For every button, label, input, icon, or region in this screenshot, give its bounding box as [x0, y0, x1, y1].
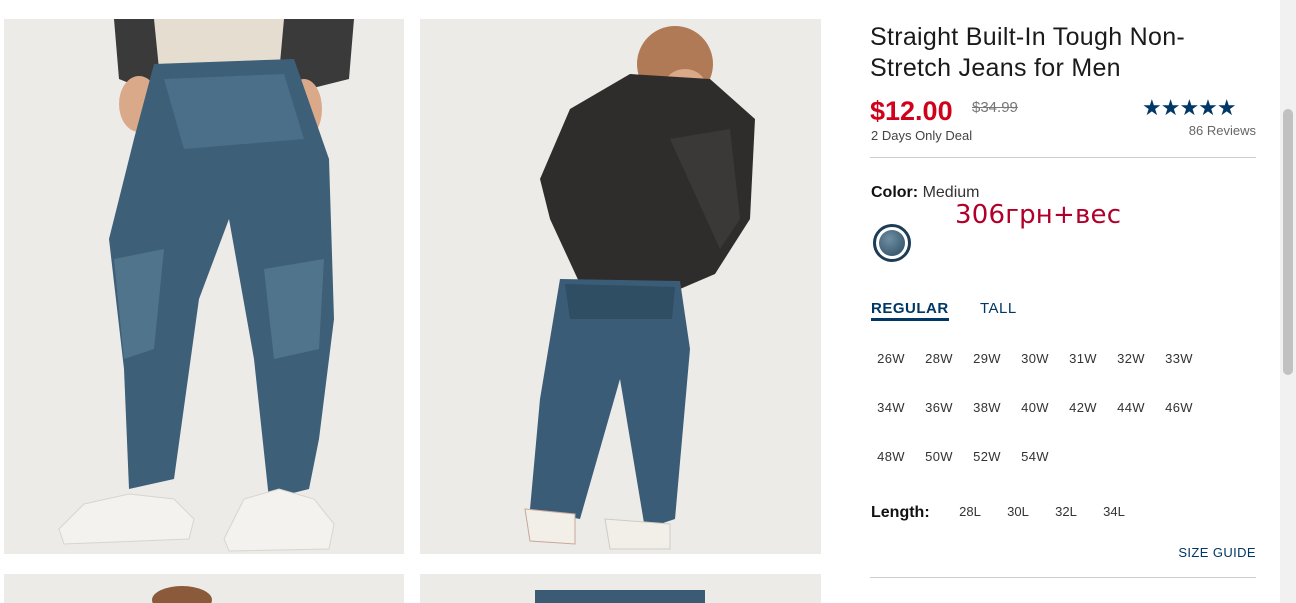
divider [870, 157, 1256, 158]
size-option[interactable]: 33W [1159, 351, 1199, 366]
size-option[interactable]: 52W [967, 449, 1007, 464]
length-option[interactable]: 34L [1098, 504, 1130, 519]
product-photo-back-icon [420, 19, 821, 554]
price-annotation: 306грн+вес [955, 200, 1122, 230]
size-option[interactable]: 29W [967, 351, 1007, 366]
size-option[interactable]: 48W [871, 449, 911, 464]
rating-stars-icon[interactable]: ★★★★★ [1142, 95, 1237, 121]
size-option[interactable]: 42W [1063, 400, 1103, 415]
tab-tall[interactable]: TALL [980, 300, 1017, 317]
size-option[interactable]: 34W [871, 400, 911, 415]
sale-price: $12.00 [870, 96, 953, 126]
size-option[interactable]: 31W [1063, 351, 1103, 366]
length-option[interactable]: 30L [1002, 504, 1034, 519]
reviews-link[interactable]: 86 Reviews [1189, 123, 1256, 138]
product-title: Straight Built-In Tough Non-Stretch Jean… [870, 23, 1186, 82]
length-option[interactable]: 32L [1050, 504, 1082, 519]
size-option[interactable]: 28W [919, 351, 959, 366]
size-option[interactable]: 54W [1015, 449, 1055, 464]
length-label: Length: [871, 504, 930, 521]
size-option[interactable]: 26W [871, 351, 911, 366]
product-photo-front-icon [4, 19, 404, 554]
product-photo-flat-icon [420, 574, 821, 603]
scrollbar-thumb[interactable] [1283, 109, 1293, 375]
size-option[interactable]: 38W [967, 400, 1007, 415]
swatch-fill [879, 230, 905, 256]
divider [870, 577, 1256, 578]
product-image-back[interactable] [420, 19, 821, 554]
tab-regular[interactable]: REGULAR [871, 300, 949, 321]
size-option[interactable]: 36W [919, 400, 959, 415]
color-label-key: Color: [871, 184, 919, 201]
size-option[interactable]: 30W [1015, 351, 1055, 366]
product-image-front[interactable] [4, 19, 404, 554]
deal-label: 2 Days Only Deal [871, 128, 973, 143]
size-option[interactable]: 50W [919, 449, 959, 464]
size-option[interactable]: 44W [1111, 400, 1151, 415]
size-guide-link[interactable]: SIZE GUIDE [1178, 545, 1256, 560]
product-image-detail[interactable] [4, 574, 404, 603]
length-option[interactable]: 28L [954, 504, 986, 519]
size-option[interactable]: 40W [1015, 400, 1055, 415]
original-price: $34.99 [972, 99, 1018, 116]
color-swatch-medium[interactable] [873, 224, 911, 262]
color-value: Medium [922, 184, 980, 201]
size-option[interactable]: 46W [1159, 400, 1199, 415]
product-photo-detail-icon [4, 574, 404, 603]
size-option[interactable]: 32W [1111, 351, 1151, 366]
product-image-flat[interactable] [420, 574, 821, 603]
